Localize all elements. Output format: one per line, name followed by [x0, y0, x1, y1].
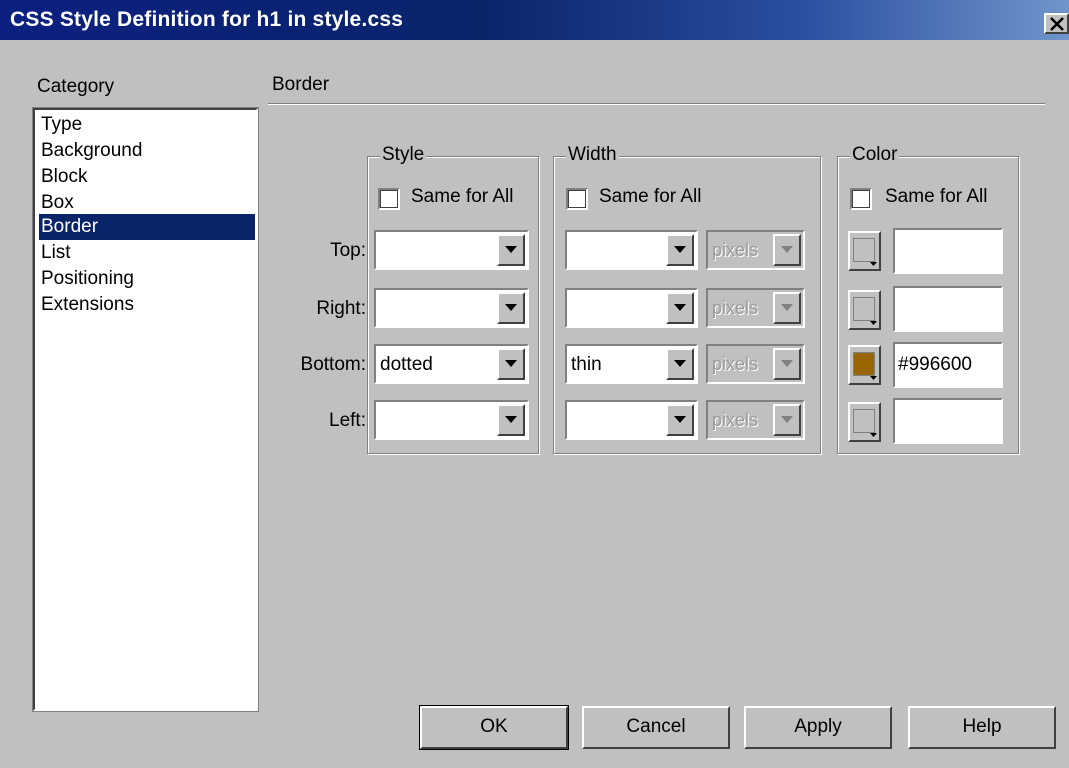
width-bottom-select[interactable]: thin: [565, 344, 698, 384]
row-label-bottom: Bottom:: [300, 354, 366, 375]
row-label-left: Left:: [329, 410, 366, 431]
width-bottom-unit-select: pixels: [706, 344, 805, 384]
color-bottom-field[interactable]: #996600: [893, 342, 1003, 388]
dropdown-arrow-icon: [505, 304, 517, 311]
width-left-unit: pixels: [712, 410, 759, 430]
dropdown-arrow-icon: [781, 416, 793, 423]
style-left-dropdown-button[interactable]: [497, 404, 525, 436]
width-right-unit: pixels: [712, 298, 759, 318]
category-item-extensions[interactable]: Extensions: [39, 292, 255, 318]
color-same-for-all-checkbox[interactable]: [850, 188, 872, 210]
width-left-unit-select: pixels: [706, 400, 805, 440]
dropdown-arrow-icon: [505, 360, 517, 367]
width-top-select[interactable]: [565, 230, 698, 270]
cancel-button[interactable]: Cancel: [582, 706, 730, 749]
color-same-for-all-label: Same for All: [885, 186, 988, 207]
width-same-for-all-checkbox[interactable]: [566, 188, 588, 210]
color-group-title: Color: [850, 144, 900, 166]
color-top-picker[interactable]: [848, 231, 881, 271]
category-item-list[interactable]: List: [39, 240, 255, 266]
width-top-unit-select: pixels: [706, 230, 805, 270]
width-bottom-unit: pixels: [712, 354, 759, 374]
picker-arrow-icon: [870, 321, 877, 325]
dropdown-arrow-icon: [781, 304, 793, 311]
category-item-background[interactable]: Background: [39, 138, 255, 164]
style-bottom-select[interactable]: dotted: [374, 344, 529, 384]
width-right-unit-dropdown-button: [773, 292, 801, 324]
close-button[interactable]: [1044, 13, 1069, 34]
style-top-select[interactable]: [374, 230, 529, 270]
title-divider: [268, 103, 1045, 105]
category-list[interactable]: Type Background Block Box Border List Po…: [32, 107, 259, 712]
row-label-top: Top:: [330, 240, 366, 261]
width-bottom-dropdown-button[interactable]: [666, 348, 694, 380]
category-item-positioning[interactable]: Positioning: [39, 266, 255, 292]
color-right-picker[interactable]: [848, 290, 881, 330]
color-bottom-swatch: [853, 352, 875, 376]
window-title: CSS Style Definition for h1 in style.css: [10, 8, 404, 31]
dropdown-arrow-icon: [674, 416, 686, 423]
color-left-picker[interactable]: [848, 402, 881, 442]
width-right-dropdown-button[interactable]: [666, 292, 694, 324]
color-top-field[interactable]: [893, 228, 1003, 274]
category-item-border[interactable]: Border: [39, 214, 255, 240]
width-group-title: Width: [566, 144, 619, 166]
category-item-type[interactable]: Type: [39, 112, 255, 138]
category-label: Category: [37, 76, 115, 97]
width-left-unit-dropdown-button: [773, 404, 801, 436]
style-right-select[interactable]: [374, 288, 529, 328]
style-bottom-value: dotted: [380, 354, 433, 375]
help-button[interactable]: Help: [908, 706, 1056, 749]
width-same-for-all-label: Same for All: [599, 186, 702, 207]
dropdown-arrow-icon: [674, 304, 686, 311]
color-bottom-picker[interactable]: [848, 345, 881, 385]
apply-button[interactable]: Apply: [744, 706, 892, 749]
dropdown-arrow-icon: [505, 416, 517, 423]
color-left-field[interactable]: [893, 398, 1003, 444]
style-right-dropdown-button[interactable]: [497, 292, 525, 324]
picker-arrow-icon: [870, 433, 877, 437]
width-top-unit: pixels: [712, 240, 759, 260]
ok-button[interactable]: OK: [419, 705, 569, 750]
width-left-select[interactable]: [565, 400, 698, 440]
panel-title: Border: [272, 74, 330, 95]
style-group-title: Style: [380, 144, 427, 166]
style-left-select[interactable]: [374, 400, 529, 440]
color-right-swatch: [853, 297, 875, 321]
category-item-box[interactable]: Box: [39, 190, 255, 216]
width-right-select[interactable]: [565, 288, 698, 328]
color-bottom-value: #996600: [898, 354, 972, 375]
style-same-for-all-label: Same for All: [411, 186, 514, 207]
style-top-dropdown-button[interactable]: [497, 234, 525, 266]
picker-arrow-icon: [870, 376, 877, 380]
color-right-field[interactable]: [893, 286, 1003, 332]
style-same-for-all-checkbox[interactable]: [378, 188, 400, 210]
dropdown-arrow-icon: [505, 246, 517, 253]
dropdown-arrow-icon: [674, 246, 686, 253]
picker-arrow-icon: [870, 262, 877, 266]
width-left-dropdown-button[interactable]: [666, 404, 694, 436]
width-right-unit-select: pixels: [706, 288, 805, 328]
style-bottom-dropdown-button[interactable]: [497, 348, 525, 380]
width-bottom-unit-dropdown-button: [773, 348, 801, 380]
dropdown-arrow-icon: [781, 360, 793, 367]
width-bottom-value: thin: [571, 354, 602, 375]
dropdown-arrow-icon: [781, 246, 793, 253]
category-item-block[interactable]: Block: [39, 164, 255, 190]
color-top-swatch: [853, 238, 875, 262]
color-left-swatch: [853, 409, 875, 433]
close-icon: [1050, 17, 1064, 31]
width-top-dropdown-button[interactable]: [666, 234, 694, 266]
dropdown-arrow-icon: [674, 360, 686, 367]
width-top-unit-dropdown-button: [773, 234, 801, 266]
row-label-right: Right:: [316, 298, 366, 319]
